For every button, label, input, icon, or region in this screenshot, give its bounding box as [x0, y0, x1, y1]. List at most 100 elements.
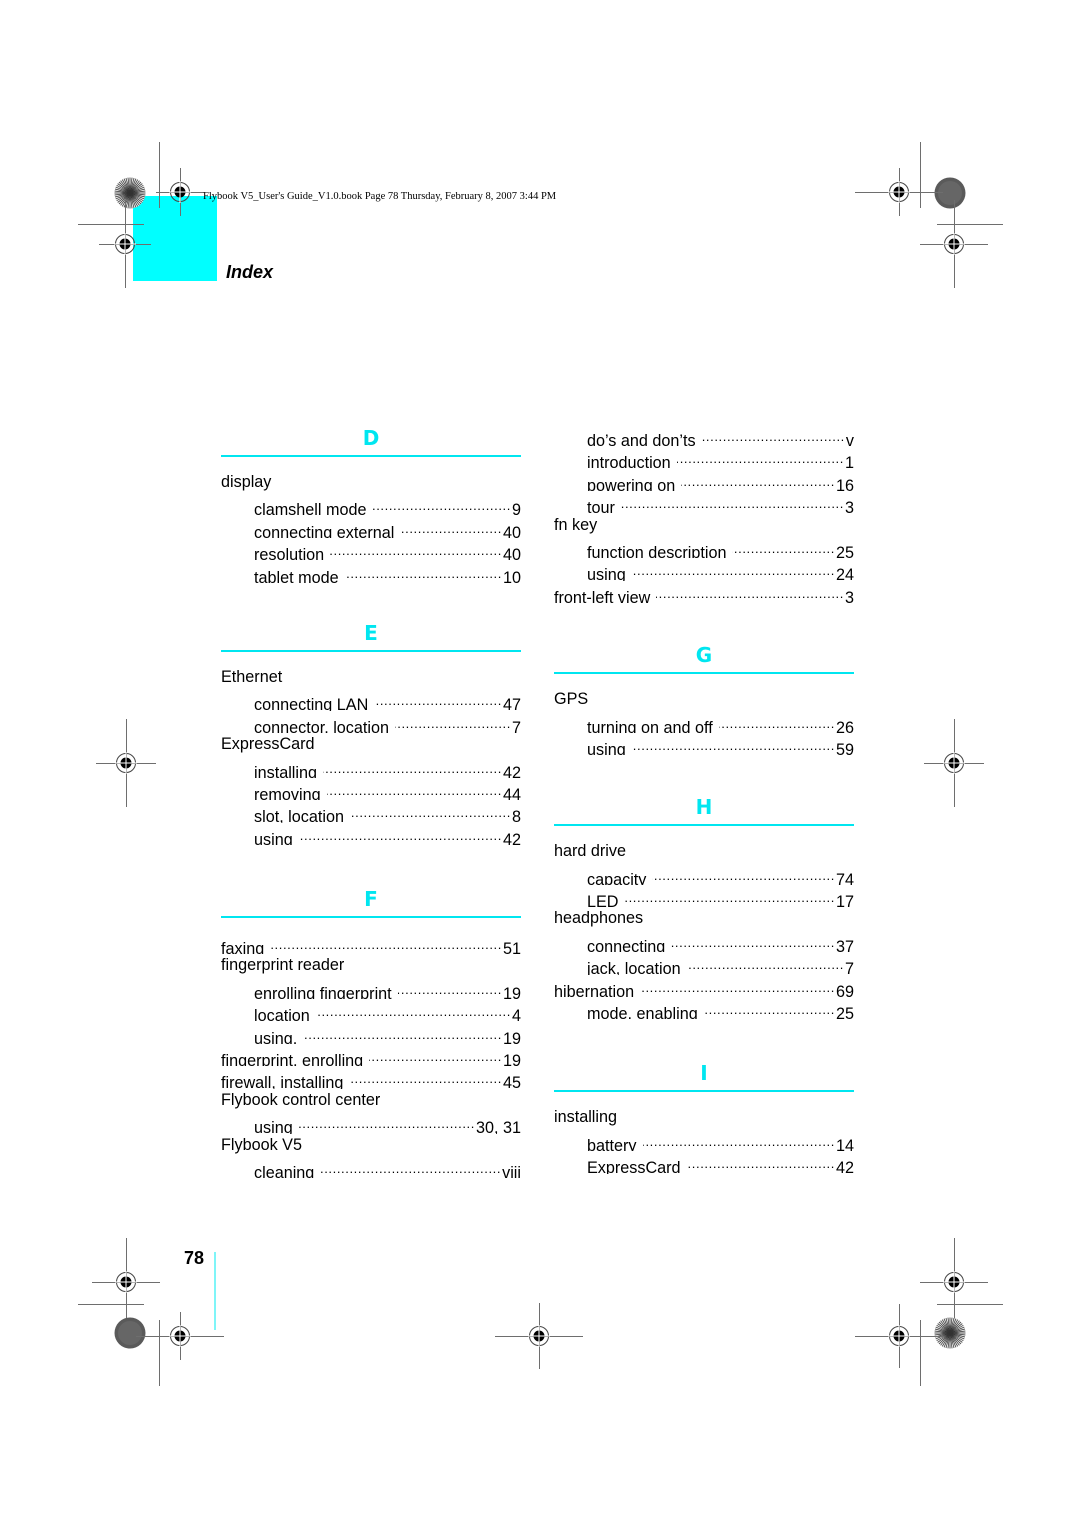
- dot-leader: [632, 558, 835, 580]
- entry-page-ref[interactable]: 44: [502, 784, 521, 800]
- entry-page-ref[interactable]: 40: [502, 544, 521, 560]
- index-section-e: EEthernetconnecting LAN47connector, loca…: [221, 621, 521, 845]
- entry-term: enrolling fingerprint: [254, 984, 392, 1000]
- entry-term: jack, location: [587, 960, 681, 975]
- gray-dot-target-icon: [114, 1317, 146, 1349]
- entry-page-ref[interactable]: 3: [844, 587, 854, 603]
- entry-page-ref[interactable]: 42: [502, 829, 521, 845]
- entry-term: fingerprint reader: [221, 956, 345, 975]
- entry-page-ref[interactable]: 40: [502, 522, 521, 538]
- entry-term: mode, enabling: [587, 1005, 698, 1020]
- entry-page-ref[interactable]: 45: [502, 1072, 521, 1088]
- dot-leader: [643, 1129, 835, 1151]
- entry-page-ref[interactable]: 19: [502, 1050, 521, 1066]
- entry-page-ref[interactable]: 7: [511, 717, 521, 733]
- entry-page-ref[interactable]: 37: [835, 936, 854, 952]
- index-subentry: connector, location 7: [221, 711, 521, 733]
- entry-page-ref[interactable]: 42: [835, 1157, 854, 1173]
- dot-leader: [369, 1044, 502, 1066]
- entry-term: turning on and off: [587, 718, 713, 733]
- registration-target-icon: [115, 1271, 137, 1293]
- entry-term: tour: [587, 499, 615, 514]
- entry-term: do’s and don’ts: [587, 432, 696, 447]
- entry-page-ref[interactable]: 19: [502, 983, 521, 999]
- dot-leader: [677, 446, 844, 468]
- entry-page-ref[interactable]: 25: [835, 1003, 854, 1019]
- dot-leader: [632, 733, 835, 755]
- entry-page-ref[interactable]: 19: [502, 1028, 521, 1044]
- entry-term: GPS: [554, 690, 589, 709]
- entry-page-ref[interactable]: 30, 31: [475, 1117, 521, 1133]
- entry-page-ref[interactable]: 17: [835, 891, 854, 907]
- entry-page-ref[interactable]: 24: [835, 564, 854, 580]
- index-subentry: location 4: [221, 999, 521, 1021]
- entry-page-ref[interactable]: 10: [502, 567, 521, 583]
- dot-leader: [320, 1156, 501, 1178]
- entry-page-ref[interactable]: 25: [835, 542, 854, 558]
- dot-leader: [327, 778, 502, 800]
- dot-leader: [687, 1151, 835, 1173]
- entry-page-ref[interactable]: 9: [511, 499, 521, 515]
- crop-line: [159, 142, 160, 208]
- dot-leader: [299, 1111, 475, 1133]
- entry-page-ref[interactable]: 7: [844, 958, 854, 974]
- entry-term: hibernation: [554, 982, 635, 998]
- section-rule: [221, 455, 521, 457]
- dot-leader: [656, 581, 844, 603]
- entry-page-ref[interactable]: v: [845, 430, 854, 446]
- entry-term: introduction: [587, 454, 671, 469]
- entry-page-ref[interactable]: 8: [511, 806, 521, 822]
- index-entry: Flybook V5: [221, 1134, 521, 1156]
- index-section-g: G GPS turning on and off 26 using 59: [554, 643, 854, 755]
- dot-leader: [345, 561, 502, 583]
- index-subentry: using 59: [554, 733, 854, 755]
- entry-page-ref[interactable]: 47: [502, 694, 521, 710]
- index-entry: Ethernet: [221, 666, 521, 688]
- registration-target-icon: [115, 752, 137, 774]
- index-subentry: removing 44: [221, 778, 521, 800]
- crop-line: [78, 1304, 144, 1305]
- entry-term: slot, location: [254, 808, 344, 823]
- registration-target-icon: [943, 752, 965, 774]
- dot-leader: [704, 997, 835, 1019]
- index-entry: faxing 51: [221, 932, 521, 954]
- index-section-h: Hhard drive capacity 74 LED 17 headphones conn…: [554, 795, 854, 1019]
- starburst-target-icon: [934, 1317, 966, 1349]
- entry-term: ExpressCard: [221, 735, 315, 754]
- dot-leader: [374, 688, 502, 710]
- entry-page-ref[interactable]: viii: [501, 1162, 521, 1178]
- entry-term: removing: [254, 785, 321, 801]
- entry-page-ref[interactable]: 26: [835, 717, 854, 733]
- entry-page-ref[interactable]: 14: [835, 1135, 854, 1151]
- index-subentry: mode, enabling 25: [554, 997, 854, 1019]
- section-rule: [554, 824, 854, 827]
- dot-leader: [330, 538, 502, 560]
- starburst-target-icon: [114, 177, 146, 209]
- entry-page-ref[interactable]: 74: [835, 869, 854, 885]
- section-rule: [554, 1090, 854, 1093]
- entry-term: using: [587, 566, 626, 581]
- entry-term: powering on: [587, 476, 676, 492]
- entry-page-ref[interactable]: 42: [502, 762, 521, 778]
- entry-page-ref[interactable]: 4: [511, 1005, 521, 1021]
- registration-target-icon: [888, 1325, 910, 1347]
- dot-leader: [316, 999, 511, 1021]
- entry-term: Flybook V5: [221, 1135, 302, 1154]
- crop-line: [159, 1320, 160, 1386]
- entry-page-ref[interactable]: 59: [835, 739, 854, 755]
- entry-term: Flybook control center: [221, 1090, 381, 1109]
- entry-page-ref[interactable]: 1: [844, 452, 854, 468]
- page-title: Index: [226, 262, 274, 282]
- running-head: Flybook V5_User's Guide_V1.0.book Page 7…: [203, 191, 557, 202]
- dot-leader: [349, 1066, 502, 1088]
- page-number-rule: [214, 1252, 216, 1330]
- section-rule: [554, 672, 854, 675]
- index-section-d: Ddisplayclamshell mode9connecting extern…: [221, 426, 521, 583]
- entry-page-ref[interactable]: 16: [835, 475, 854, 491]
- entry-page-ref[interactable]: 3: [844, 497, 854, 513]
- entry-page-ref[interactable]: 51: [502, 938, 521, 954]
- section-rule: [221, 916, 521, 919]
- section-letter: F: [364, 887, 378, 912]
- index-subentry: tour 3: [554, 491, 854, 513]
- entry-page-ref[interactable]: 69: [835, 981, 854, 997]
